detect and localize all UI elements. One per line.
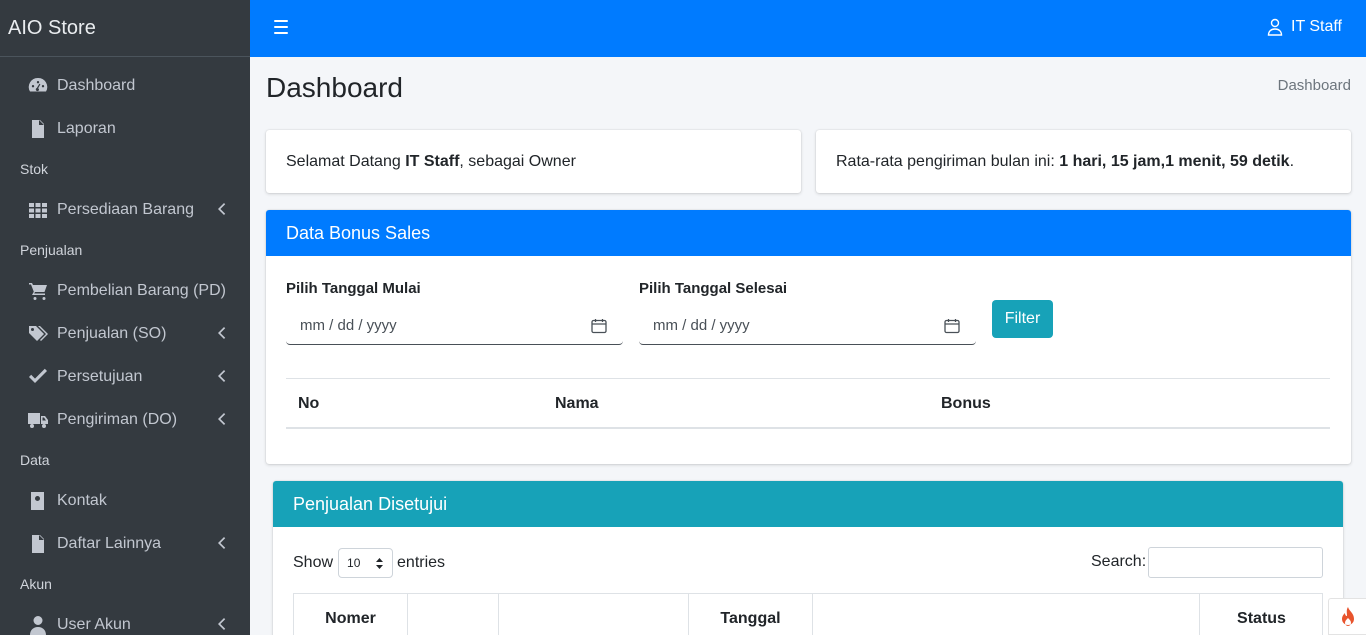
entries-label: entries bbox=[397, 554, 446, 571]
column-header-tanggal[interactable]: Tanggal bbox=[688, 594, 812, 635]
brand-logo[interactable]: AIO Store bbox=[0, 0, 250, 57]
bonus-sales-title: Data Bonus Sales bbox=[266, 210, 1351, 256]
chevron-left-icon bbox=[216, 412, 226, 426]
menu-toggle-icon[interactable] bbox=[274, 20, 288, 36]
column-header-blank[interactable] bbox=[498, 594, 688, 635]
sidebar-item-label: Pembelian Barang (PD) bbox=[57, 281, 226, 299]
page-title: Dashboard bbox=[266, 72, 403, 103]
sidebar-item-persediaan-barang[interactable]: Persediaan Barang bbox=[0, 188, 250, 231]
calendar-icon[interactable] bbox=[944, 318, 960, 334]
sidebar-item-penjualan-so[interactable]: Penjualan (SO) bbox=[0, 312, 250, 355]
sidebar-item-label: Dashboard bbox=[57, 76, 136, 94]
entries-select-value: 10 bbox=[347, 556, 361, 570]
check-icon bbox=[26, 367, 49, 387]
sidebar-item-label: Daftar Lainnya bbox=[57, 534, 162, 552]
entries-length-control: Show 10 entries bbox=[293, 548, 445, 578]
sidebar-header-akun: Akun bbox=[20, 576, 52, 592]
sidebar-item-label: Penjualan (SO) bbox=[57, 324, 167, 342]
approved-sales-title: Penjualan Disetujui bbox=[273, 481, 1343, 527]
avg-delivery-prefix: Rata-rata pengiriman bulan ini: bbox=[836, 153, 1060, 170]
chevron-left-icon bbox=[216, 536, 226, 550]
sidebar-item-pembelian-barang[interactable]: Pembelian Barang (PD) bbox=[0, 269, 250, 312]
fire-icon[interactable] bbox=[1328, 598, 1366, 635]
sidebar-item-label: Pengiriman (DO) bbox=[57, 410, 178, 428]
sidebar-item-daftar-lainnya[interactable]: Daftar Lainnya bbox=[0, 522, 250, 565]
table-divider bbox=[286, 378, 1330, 379]
end-date-placeholder: mm / dd / yyyy bbox=[653, 317, 750, 334]
sidebar-item-laporan[interactable]: Laporan bbox=[0, 107, 250, 150]
avg-delivery-value: 1 hari, 15 jam,1 menit, 59 detik bbox=[1059, 153, 1290, 170]
end-date-input[interactable]: mm / dd / yyyy bbox=[639, 307, 976, 345]
chevron-left-icon bbox=[216, 369, 226, 383]
avg-delivery-suffix: . bbox=[1289, 153, 1295, 170]
welcome-user-name: IT Staff bbox=[405, 153, 460, 170]
sidebar-item-dashboard[interactable]: Dashboard bbox=[0, 64, 250, 107]
file-icon bbox=[26, 534, 49, 554]
user-outline-icon bbox=[1267, 18, 1283, 36]
sidebar-nav: Dashboard Laporan Stok Persediaan Barang… bbox=[0, 57, 250, 635]
truck-icon bbox=[26, 410, 49, 430]
column-header-blank[interactable] bbox=[407, 594, 498, 635]
column-header-nama[interactable]: Nama bbox=[555, 395, 599, 413]
entries-select[interactable]: 10 bbox=[338, 548, 394, 578]
sidebar-item-label: Persetujuan bbox=[57, 367, 143, 385]
sidebar-header-data: Data bbox=[20, 452, 50, 468]
file-icon bbox=[26, 119, 49, 139]
address-book-icon bbox=[26, 491, 49, 511]
sidebar: AIO Store Dashboard Laporan Stok Persedi… bbox=[0, 0, 250, 635]
column-header-blank[interactable] bbox=[812, 594, 1199, 635]
chevron-left-icon bbox=[216, 202, 226, 216]
grid-icon bbox=[26, 200, 49, 220]
column-header-status[interactable]: Status bbox=[1199, 594, 1323, 635]
sidebar-item-label: Persediaan Barang bbox=[57, 200, 194, 218]
sidebar-item-kontak[interactable]: Kontak bbox=[0, 479, 250, 522]
sort-arrows-icon bbox=[376, 558, 384, 569]
user-icon bbox=[26, 615, 49, 635]
sidebar-item-user-akun[interactable]: User Akun bbox=[0, 603, 250, 635]
show-label: Show bbox=[293, 554, 334, 571]
calendar-icon[interactable] bbox=[591, 318, 607, 334]
column-header-bonus[interactable]: Bonus bbox=[941, 395, 991, 413]
table-divider bbox=[286, 427, 1330, 429]
tags-icon bbox=[26, 324, 49, 344]
sidebar-item-persetujuan[interactable]: Persetujuan bbox=[0, 355, 250, 398]
filter-button[interactable]: Filter bbox=[992, 300, 1053, 338]
welcome-prefix: Selamat Datang bbox=[286, 153, 406, 170]
welcome-card: Selamat Datang IT Staff, sebagai Owner bbox=[266, 130, 801, 193]
top-navbar: IT Staff bbox=[250, 0, 1366, 57]
sidebar-header-penjualan: Penjualan bbox=[20, 242, 83, 258]
chevron-left-icon bbox=[216, 326, 226, 340]
sidebar-item-label: Laporan bbox=[57, 119, 116, 137]
approved-sales-table: Nomer Tanggal Status bbox=[293, 593, 1323, 635]
sidebar-item-label: Kontak bbox=[57, 491, 107, 509]
chevron-left-icon bbox=[216, 617, 226, 631]
sidebar-item-pengiriman-do[interactable]: Pengiriman (DO) bbox=[0, 398, 250, 441]
column-header-nomer[interactable]: Nomer bbox=[294, 594, 407, 635]
avg-delivery-card: Rata-rata pengiriman bulan ini: 1 hari, … bbox=[816, 130, 1351, 193]
breadcrumb[interactable]: Dashboard bbox=[1278, 77, 1351, 94]
start-date-label: Pilih Tanggal Mulai bbox=[286, 280, 421, 297]
end-date-label: Pilih Tanggal Selesai bbox=[639, 280, 788, 297]
sidebar-item-label: User Akun bbox=[57, 615, 131, 633]
welcome-suffix: , sebagai Owner bbox=[459, 153, 576, 170]
avg-delivery-text: Rata-rata pengiriman bulan ini: 1 hari, … bbox=[816, 130, 1351, 194]
tachometer-icon bbox=[26, 76, 49, 96]
shopping-cart-icon bbox=[26, 281, 49, 301]
start-date-placeholder: mm / dd / yyyy bbox=[300, 317, 397, 334]
user-menu-label: IT Staff bbox=[1291, 18, 1342, 35]
sidebar-header-stok: Stok bbox=[20, 161, 49, 177]
welcome-text: Selamat Datang IT Staff, sebagai Owner bbox=[266, 130, 801, 194]
user-menu[interactable]: IT Staff bbox=[1267, 18, 1342, 36]
column-header-no[interactable]: No bbox=[298, 395, 319, 413]
search-label: Search: bbox=[1091, 553, 1147, 570]
start-date-input[interactable]: mm / dd / yyyy bbox=[286, 307, 623, 345]
search-input[interactable] bbox=[1148, 547, 1323, 578]
